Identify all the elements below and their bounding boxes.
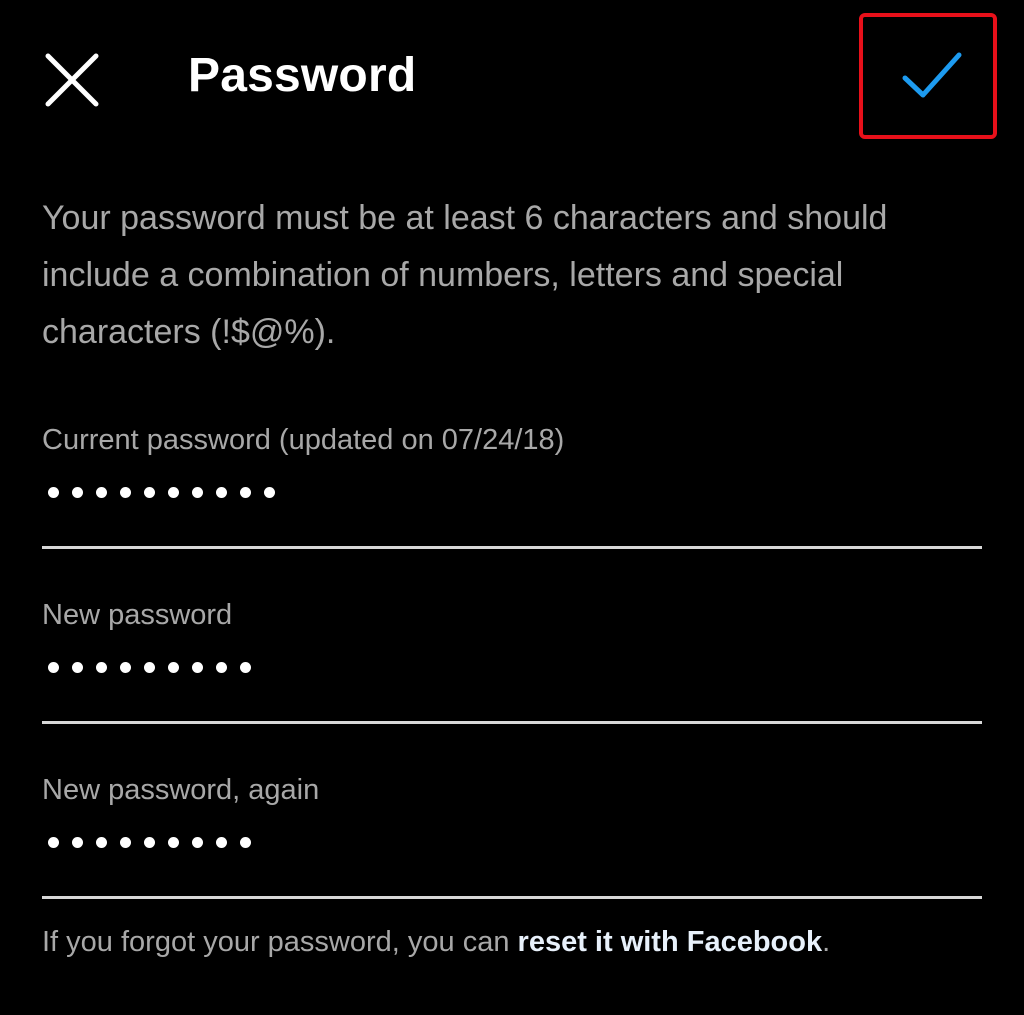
reset-with-facebook-link[interactable]: reset it with Facebook (518, 926, 823, 958)
password-dot (120, 836, 131, 848)
password-dot (168, 661, 179, 673)
password-dot (264, 486, 275, 498)
close-button[interactable] (36, 42, 108, 114)
new-password-field[interactable]: New password (42, 597, 982, 727)
password-dot (48, 661, 59, 673)
password-dot (96, 836, 107, 848)
close-icon (45, 53, 99, 107)
password-dot (48, 486, 59, 498)
password-dot (240, 661, 251, 673)
current-password-input[interactable] (48, 482, 275, 502)
password-dot (168, 486, 179, 498)
confirm-password-label: New password, again (42, 774, 320, 806)
current-password-underline (42, 546, 982, 549)
password-dot (216, 836, 227, 848)
confirm-password-field[interactable]: New password, again (42, 772, 982, 902)
current-password-label: Current password (updated on 07/24/18) (42, 424, 565, 456)
password-dot (144, 486, 155, 498)
password-dot (72, 661, 83, 673)
confirm-password-input[interactable] (48, 832, 251, 852)
forgot-password-prefix: If you forgot your password, you can (42, 926, 518, 958)
password-dot (216, 661, 227, 673)
password-dot (240, 486, 251, 498)
password-dot (192, 486, 203, 498)
password-dot (120, 661, 131, 673)
password-dot (48, 836, 59, 848)
password-dot (240, 836, 251, 848)
password-dot (144, 836, 155, 848)
password-dot (168, 836, 179, 848)
new-password-input[interactable] (48, 657, 251, 677)
password-requirements: Your password must be at least 6 charact… (42, 199, 888, 351)
checkmark-icon (902, 52, 962, 98)
confirm-button[interactable] (899, 43, 965, 109)
page-title: Password (188, 49, 417, 102)
password-dot (96, 661, 107, 673)
password-dot (192, 836, 203, 848)
confirm-password-underline (42, 896, 982, 899)
password-dot (216, 486, 227, 498)
password-dot (144, 661, 155, 673)
new-password-label: New password (42, 599, 233, 631)
forgot-password-suffix: . (822, 926, 831, 958)
password-dot (96, 486, 107, 498)
forgot-password-text: If you forgot your password, you can res… (42, 922, 830, 962)
confirm-highlight (859, 13, 997, 139)
password-dot (192, 661, 203, 673)
password-dot (72, 836, 83, 848)
password-dot (72, 486, 83, 498)
password-dot (120, 486, 131, 498)
current-password-field[interactable]: Current password (updated on 07/24/18) (42, 422, 982, 552)
top-bar: Password (0, 0, 1024, 150)
new-password-underline (42, 721, 982, 724)
